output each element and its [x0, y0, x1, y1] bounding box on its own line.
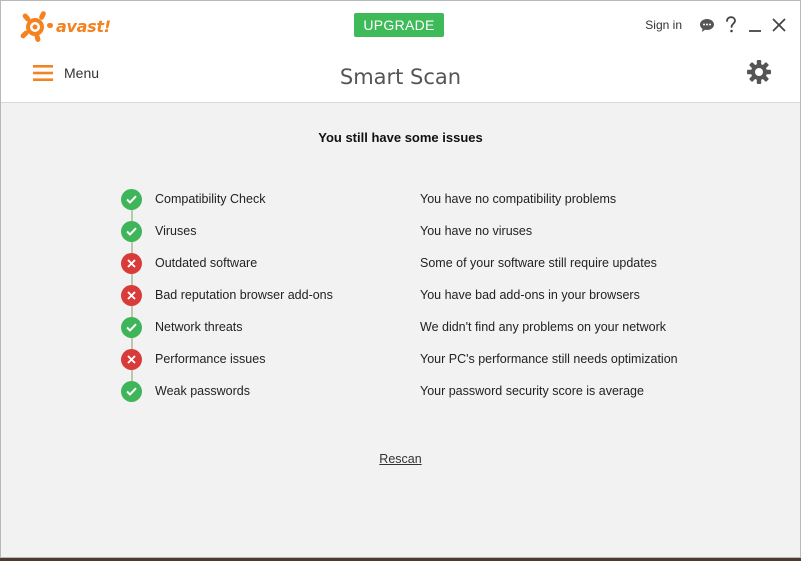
- page-title: Smart Scan: [339, 65, 462, 89]
- result-row: Compatibility Check You have no compatibi…: [121, 183, 721, 215]
- window-controls: Sign in: [645, 13, 790, 37]
- avast-logo: avast!: [20, 10, 111, 42]
- help-icon[interactable]: [720, 14, 742, 36]
- result-name: Network threats: [155, 320, 243, 334]
- result-description: Your PC's performance still needs optimi…: [420, 352, 678, 366]
- app-window: avast! UPGRADE Sign in Menu Smart Scan Y…: [0, 0, 801, 558]
- check-icon: [121, 188, 142, 210]
- result-description: You have no viruses: [420, 224, 533, 238]
- logo-text: avast!: [56, 16, 111, 36]
- result-name: Compatibility Check: [155, 192, 266, 206]
- gear-icon[interactable]: [746, 59, 772, 85]
- result-row: Network threats We didn't find any proble…: [121, 311, 721, 343]
- chat-icon[interactable]: [696, 14, 718, 36]
- result-row: Outdated software Some of your software s…: [121, 247, 721, 279]
- check-icon: [121, 220, 142, 242]
- check-icon: [121, 316, 142, 338]
- avast-logo-icon: [20, 11, 53, 42]
- scan-results-list: Compatibility Check You have no compatibi…: [121, 183, 721, 407]
- x-icon: [121, 284, 142, 306]
- minimize-icon[interactable]: [744, 14, 766, 36]
- rescan-link[interactable]: Rescan: [379, 452, 421, 466]
- result-name: Bad reputation browser add-ons: [155, 288, 333, 302]
- result-description: Your password security score is average: [420, 384, 644, 398]
- result-row: Bad reputation browser add-ons You have b…: [121, 279, 721, 311]
- result-description: You have bad add-ons in your browsers: [420, 288, 640, 302]
- upgrade-button[interactable]: UPGRADE: [354, 13, 444, 37]
- result-name: Weak passwords: [155, 384, 250, 398]
- check-icon: [121, 380, 142, 402]
- result-name: Outdated software: [155, 256, 258, 270]
- x-icon: [121, 348, 142, 370]
- result-description: You have no compatibility problems: [420, 192, 617, 206]
- close-icon[interactable]: [768, 14, 790, 36]
- result-row: Performance issues Your PC's performance …: [121, 343, 721, 375]
- result-description: We didn't find any problems on your netw…: [420, 320, 667, 334]
- result-row: Viruses You have no viruses: [121, 215, 721, 247]
- header: avast! UPGRADE Sign in Menu Smart Scan: [1, 1, 800, 103]
- result-name: Performance issues: [155, 352, 266, 366]
- scan-summary: You still have some issues: [318, 130, 483, 145]
- x-icon: [121, 252, 142, 274]
- result-description: Some of your software still require upda…: [420, 256, 657, 270]
- result-name: Viruses: [155, 224, 197, 238]
- result-row: Weak passwords Your password security sco…: [121, 375, 721, 407]
- sign-in-link[interactable]: Sign in: [645, 18, 682, 32]
- rescan-container: Rescan: [1, 452, 800, 466]
